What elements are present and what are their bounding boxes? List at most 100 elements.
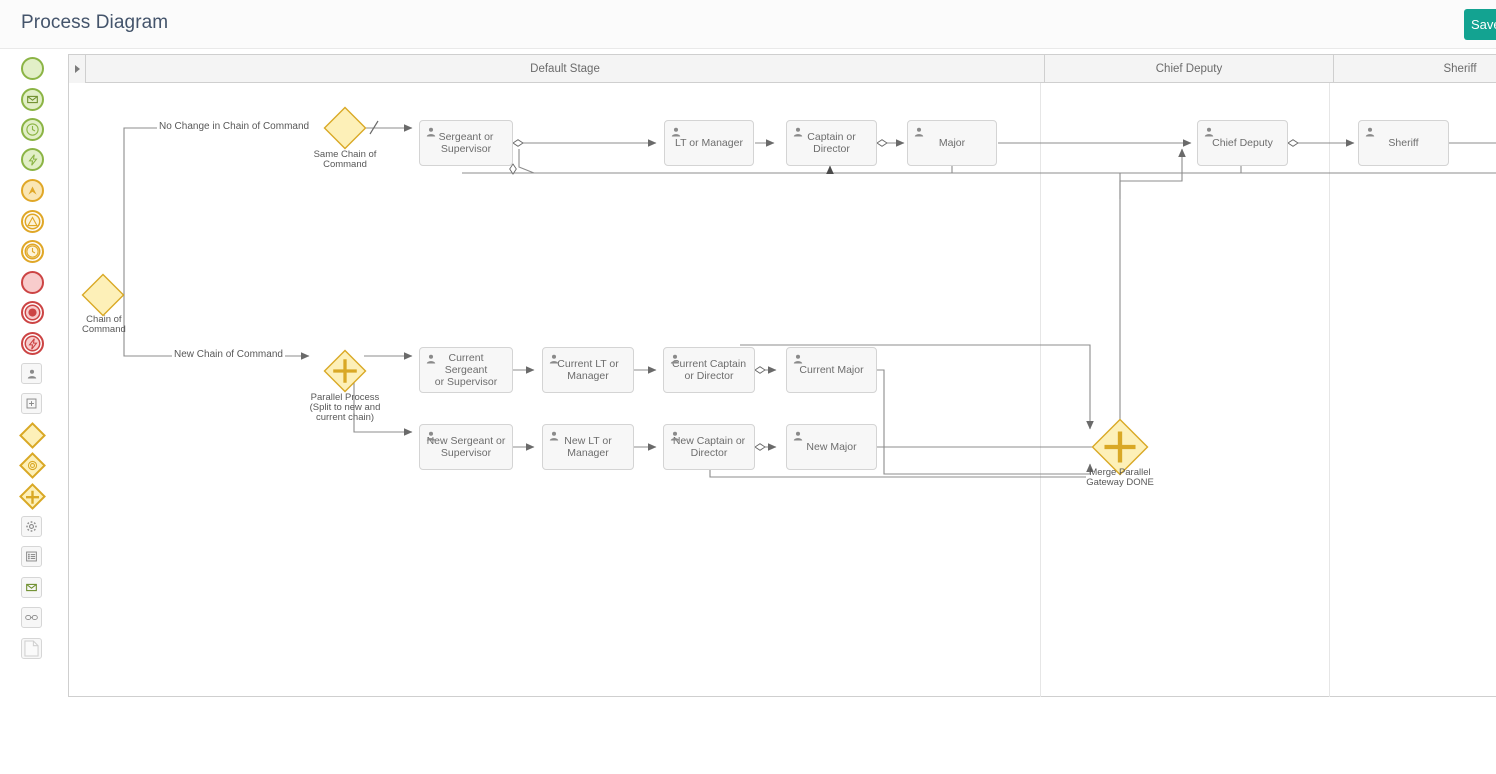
business-rule-task-shape [21, 546, 42, 567]
start-signal-event-shape [21, 148, 44, 171]
signal-icon [26, 337, 40, 351]
gear-icon [25, 520, 38, 533]
lane-header-sheriff[interactable]: Sheriff [1334, 55, 1496, 82]
palette-service-task[interactable] [21, 516, 44, 539]
lane-header-chief-deputy[interactable]: Chief Deputy [1045, 55, 1334, 82]
task-captain-or-director[interactable]: Captain or Director [786, 120, 877, 166]
gateway-label: Same Chain of Command [313, 149, 377, 170]
intermediate-signal-event-shape [21, 210, 44, 233]
task-sheriff[interactable]: Sheriff [1358, 120, 1449, 166]
user-task-person-icon [425, 352, 438, 365]
task-current-sergeant-or-supervisor[interactable]: Current Sergeant or Supervisor [419, 347, 513, 393]
lane-header-label: Default Stage [530, 62, 600, 75]
exclusive-gateway-shape [19, 422, 46, 449]
palette-exclusive-gateway[interactable] [19, 422, 46, 449]
palette-parallel-gateway[interactable] [19, 483, 46, 510]
palette-start-event[interactable] [21, 57, 44, 80]
list-icon [25, 550, 38, 563]
parallel-gateway-shape [19, 483, 46, 510]
triangle-icon [26, 215, 39, 228]
end-event-shape [21, 271, 44, 294]
task-current-major[interactable]: Current Major [786, 347, 877, 393]
start-timer-event-shape [21, 118, 44, 141]
task-label: Sergeant or Supervisor [438, 131, 494, 155]
lane-header-row: Default Stage Chief Deputy Sheriff [86, 55, 1496, 83]
task-label: Current LT or Manager [557, 358, 619, 382]
task-new-major[interactable]: New Major [786, 424, 877, 470]
user-task-person-icon [1364, 125, 1377, 138]
signal-icon [26, 153, 40, 167]
end-signal-event-shape [21, 332, 44, 355]
user-task-person-icon [792, 125, 805, 138]
user-task-person-icon [425, 429, 438, 442]
palette-event-gateway[interactable] [19, 452, 46, 479]
dot-icon [26, 306, 39, 319]
gateway-label: Merge Parallel Gateway DONE [1086, 466, 1154, 488]
user-task-person-icon [548, 352, 561, 365]
task-new-lt-or-manager[interactable]: New LT or Manager [542, 424, 634, 470]
start-event-shape [21, 57, 44, 80]
user-task-person-icon [425, 125, 438, 138]
pool-collapse-handle[interactable] [69, 55, 86, 83]
gateway-label: Chain of Command [81, 314, 126, 336]
person-icon [26, 368, 38, 380]
gateway-label: Parallel Process (Split to new and curre… [309, 392, 381, 423]
user-task-shape [21, 363, 42, 384]
task-label: Sheriff [1388, 137, 1419, 149]
gateway-chain-of-command[interactable]: Chain of Command [81, 273, 126, 335]
task-label: New LT or Manager [564, 435, 612, 459]
palette-script-task[interactable] [21, 607, 44, 630]
save-button[interactable]: Save [1464, 9, 1496, 40]
palette-end-signal-event[interactable] [21, 332, 44, 355]
task-major[interactable]: Major [907, 120, 997, 166]
gateway-shape [323, 349, 367, 393]
user-task-person-icon [913, 125, 926, 138]
user-task-person-icon [792, 352, 805, 365]
palette-end-event[interactable] [21, 271, 44, 294]
plus-icon [25, 489, 41, 505]
palette-end-terminate-event[interactable] [21, 301, 44, 324]
process-diagram-app: Process Diagram Save Default Stage Chief … [0, 0, 1496, 774]
gateway-merge-parallel-gateway-done[interactable]: Merge Parallel Gateway DONE [1086, 418, 1154, 487]
diagram-canvas[interactable]: Default Stage Chief Deputy Sheriff Serge… [64, 49, 1496, 774]
task-chief-deputy[interactable]: Chief Deputy [1197, 120, 1288, 166]
task-current-lt-or-manager[interactable]: Current LT or Manager [542, 347, 634, 393]
gateway-parallel-process[interactable]: Parallel Process (Split to new and curre… [310, 349, 380, 423]
circle-ring-icon [26, 459, 39, 472]
palette-start-timer-event[interactable] [21, 118, 44, 141]
task-label: Chief Deputy [1212, 137, 1273, 149]
task-label: Captain or Director [807, 131, 856, 155]
element-palette [0, 49, 64, 774]
palette-user-task[interactable] [21, 363, 44, 386]
task-label: New Major [806, 441, 857, 453]
user-task-person-icon [670, 125, 683, 138]
task-sergeant-or-supervisor[interactable]: Sergeant or Supervisor [419, 120, 513, 166]
task-lt-or-manager[interactable]: LT or Manager [664, 120, 754, 166]
palette-data-object[interactable] [21, 638, 44, 661]
service-task-shape [21, 516, 42, 537]
envelope-icon [27, 94, 38, 105]
gateway-same-chain-of-command[interactable]: Same Chain of Command [314, 106, 376, 170]
lane-header-label: Chief Deputy [1155, 62, 1223, 75]
task-label: Major [938, 137, 966, 149]
lane-divider-2 [1329, 83, 1330, 697]
user-task-person-icon [669, 352, 682, 365]
palette-start-message-event[interactable] [21, 88, 44, 111]
lane-divider-1 [1040, 83, 1041, 697]
user-task-person-icon [548, 429, 561, 442]
sub-process-shape [21, 393, 42, 414]
palette-intermediate-timer-event[interactable] [21, 240, 44, 263]
palette-send-task[interactable] [21, 577, 44, 600]
task-current-captain-or-director[interactable]: Current Captain or Director [663, 347, 755, 393]
task-new-sergeant-or-supervisor[interactable]: New Sergeant or Supervisor [419, 424, 513, 470]
task-new-captain-or-director[interactable]: New Captain or Director [663, 424, 755, 470]
user-task-person-icon [1203, 125, 1216, 138]
lane-header-default-stage[interactable]: Default Stage [86, 55, 1045, 82]
palette-intermediate-escalation-event[interactable] [21, 179, 44, 202]
palette-sub-process[interactable] [21, 393, 44, 416]
palette-business-rule-task[interactable] [21, 546, 44, 569]
clock-icon [25, 122, 40, 137]
palette-start-signal-event[interactable] [21, 148, 44, 171]
palette-intermediate-signal-event[interactable] [21, 210, 44, 233]
send-task-shape [21, 577, 42, 598]
